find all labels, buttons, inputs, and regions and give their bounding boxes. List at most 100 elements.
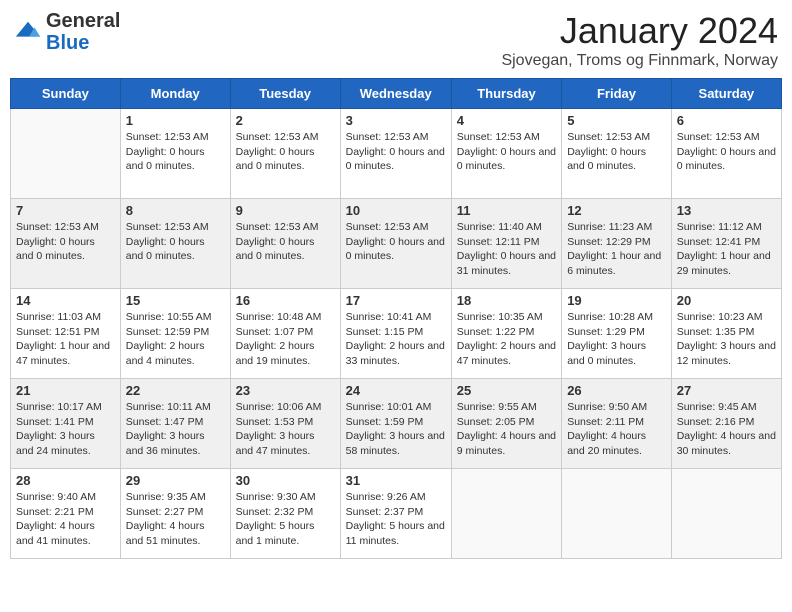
- day-number: 1: [126, 113, 225, 128]
- day-header-friday: Friday: [562, 79, 672, 109]
- calendar-cell: 18Sunrise: 10:35 AM Sunset: 1:22 PM Dayl…: [451, 289, 561, 379]
- calendar-week-row: 21 Sunrise: 10:17 AM Sunset: 1:41 PM Dayl…: [11, 379, 782, 469]
- calendar-week-row: 1 Sunset: 12:53 AM Daylight: 0 hours and …: [11, 109, 782, 199]
- day-info: Sunset: 12:53 AM Daylight: 0 hours and 0…: [236, 130, 335, 174]
- day-info: Sunrise: 11:40 AM Sunset: 12:11 PM Dayli…: [457, 220, 556, 279]
- day-number: 31: [346, 473, 446, 488]
- calendar-week-row: 14 Sunrise: 11:03 AM Sunset: 12:51 PM Day…: [11, 289, 782, 379]
- calendar-cell: [451, 469, 561, 559]
- day-number: 10: [346, 203, 446, 218]
- logo-icon: [14, 18, 42, 46]
- day-number: 3: [346, 113, 446, 128]
- day-number: 16: [236, 293, 335, 308]
- calendar-cell: 26 Sunrise: 9:50 AM Sunset: 2:11 PM Dayli…: [562, 379, 672, 469]
- day-info: Sunset: 12:53 AM Daylight: 0 hours and 0…: [16, 220, 115, 264]
- day-number: 21: [16, 383, 115, 398]
- day-info: Sunrise: 9:55 AM Sunset: 2:05 PM Dayligh…: [457, 400, 556, 459]
- calendar-cell: [562, 469, 672, 559]
- day-info: Sunrise: 11:23 AM Sunset: 12:29 PM Dayli…: [567, 220, 666, 279]
- day-number: 6: [677, 113, 776, 128]
- calendar-cell: 14 Sunrise: 11:03 AM Sunset: 12:51 PM Day…: [11, 289, 121, 379]
- day-number: 11: [457, 203, 556, 218]
- day-info: Sunrise: 9:40 AM Sunset: 2:21 PM Dayligh…: [16, 490, 115, 549]
- day-number: 29: [126, 473, 225, 488]
- calendar-header-row: SundayMondayTuesdayWednesdayThursdayFrid…: [11, 79, 782, 109]
- day-info: Sunset: 12:53 AM Daylight: 0 hours and 0…: [677, 130, 776, 174]
- day-number: 28: [16, 473, 115, 488]
- day-info: Sunset: 12:53 AM Daylight: 0 hours and 0…: [346, 220, 446, 264]
- calendar-cell: 30 Sunrise: 9:30 AM Sunset: 2:32 PM Dayli…: [230, 469, 340, 559]
- day-info: Sunrise: 9:50 AM Sunset: 2:11 PM Dayligh…: [567, 400, 666, 459]
- calendar-cell: 3Sunset: 12:53 AM Daylight: 0 hours and …: [340, 109, 451, 199]
- day-number: 20: [677, 293, 776, 308]
- day-number: 2: [236, 113, 335, 128]
- day-info: Sunset: 12:53 AM Daylight: 0 hours and 0…: [567, 130, 666, 174]
- day-header-wednesday: Wednesday: [340, 79, 451, 109]
- calendar-cell: 31 Sunrise: 9:26 AM Sunset: 2:37 PM Dayli…: [340, 469, 451, 559]
- calendar-cell: 22Sunrise: 10:11 AM Sunset: 1:47 PM Dayl…: [120, 379, 230, 469]
- calendar-cell: 28 Sunrise: 9:40 AM Sunset: 2:21 PM Dayli…: [11, 469, 121, 559]
- calendar-cell: [11, 109, 121, 199]
- location-title: Sjovegan, Troms og Finnmark, Norway: [501, 52, 778, 70]
- day-info: Sunrise: 10:01 AM Sunset: 1:59 PM Daylig…: [346, 400, 446, 459]
- day-number: 23: [236, 383, 335, 398]
- day-info: Sunset: 12:53 AM Daylight: 0 hours and 0…: [126, 220, 225, 264]
- day-info: Sunrise: 10:23 AM Sunset: 1:35 PM Daylig…: [677, 310, 776, 369]
- day-info: Sunrise: 9:45 AM Sunset: 2:16 PM Dayligh…: [677, 400, 776, 459]
- calendar-cell: 25 Sunrise: 9:55 AM Sunset: 2:05 PM Dayli…: [451, 379, 561, 469]
- calendar-cell: 13 Sunrise: 11:12 AM Sunset: 12:41 PM Day…: [671, 199, 781, 289]
- month-title: January 2024: [501, 10, 778, 52]
- calendar-week-row: 7 Sunset: 12:53 AM Daylight: 0 hours and …: [11, 199, 782, 289]
- logo-general-text: General: [46, 10, 120, 32]
- calendar-table: SundayMondayTuesdayWednesdayThursdayFrid…: [10, 78, 782, 559]
- calendar-cell: 19 Sunrise: 10:28 AM Sunset: 1:29 PM Dayl…: [562, 289, 672, 379]
- day-number: 17: [346, 293, 446, 308]
- day-info: Sunrise: 10:11 AM Sunset: 1:47 PM Daylig…: [126, 400, 225, 459]
- day-number: 30: [236, 473, 335, 488]
- logo: General Blue: [14, 10, 120, 54]
- calendar-cell: 23Sunrise: 10:06 AM Sunset: 1:53 PM Dayl…: [230, 379, 340, 469]
- day-number: 14: [16, 293, 115, 308]
- calendar-cell: 12Sunrise: 11:23 AM Sunset: 12:29 PM Day…: [562, 199, 672, 289]
- calendar-cell: 27 Sunrise: 9:45 AM Sunset: 2:16 PM Dayli…: [671, 379, 781, 469]
- day-number: 15: [126, 293, 225, 308]
- day-info: Sunrise: 11:12 AM Sunset: 12:41 PM Dayli…: [677, 220, 776, 279]
- calendar-cell: 20 Sunrise: 10:23 AM Sunset: 1:35 PM Dayl…: [671, 289, 781, 379]
- day-info: Sunrise: 11:03 AM Sunset: 12:51 PM Dayli…: [16, 310, 115, 369]
- title-block: January 2024 Sjovegan, Troms og Finnmark…: [501, 10, 778, 70]
- calendar-cell: 11 Sunrise: 11:40 AM Sunset: 12:11 PM Day…: [451, 199, 561, 289]
- day-info: Sunset: 12:53 AM Daylight: 0 hours and 0…: [126, 130, 225, 174]
- day-header-sunday: Sunday: [11, 79, 121, 109]
- day-info: Sunset: 12:53 AM Daylight: 0 hours and 0…: [236, 220, 335, 264]
- day-header-saturday: Saturday: [671, 79, 781, 109]
- day-number: 8: [126, 203, 225, 218]
- day-info: Sunrise: 10:55 AM Sunset: 12:59 PM Dayli…: [126, 310, 225, 369]
- day-number: 26: [567, 383, 666, 398]
- calendar-cell: 8 Sunset: 12:53 AM Daylight: 0 hours and …: [120, 199, 230, 289]
- calendar-cell: 1 Sunset: 12:53 AM Daylight: 0 hours and …: [120, 109, 230, 199]
- day-number: 7: [16, 203, 115, 218]
- day-info: Sunrise: 10:28 AM Sunset: 1:29 PM Daylig…: [567, 310, 666, 369]
- day-number: 9: [236, 203, 335, 218]
- day-info: Sunset: 12:53 AM Daylight: 0 hours and 0…: [457, 130, 556, 174]
- day-info: Sunrise: 9:26 AM Sunset: 2:37 PM Dayligh…: [346, 490, 446, 549]
- calendar-cell: 21 Sunrise: 10:17 AM Sunset: 1:41 PM Dayl…: [11, 379, 121, 469]
- logo-blue-text: Blue: [46, 32, 89, 54]
- day-info: Sunrise: 10:17 AM Sunset: 1:41 PM Daylig…: [16, 400, 115, 459]
- calendar-cell: 16 Sunrise: 10:48 AM Sunset: 1:07 PM Dayl…: [230, 289, 340, 379]
- day-header-thursday: Thursday: [451, 79, 561, 109]
- day-info: Sunrise: 10:41 AM Sunset: 1:15 PM Daylig…: [346, 310, 446, 369]
- day-number: 19: [567, 293, 666, 308]
- calendar-cell: 10 Sunset: 12:53 AM Daylight: 0 hours and…: [340, 199, 451, 289]
- day-info: Sunrise: 9:30 AM Sunset: 2:32 PM Dayligh…: [236, 490, 335, 549]
- calendar-cell: 29Sunrise: 9:35 AM Sunset: 2:27 PM Dayli…: [120, 469, 230, 559]
- day-number: 4: [457, 113, 556, 128]
- day-number: 24: [346, 383, 446, 398]
- day-number: 27: [677, 383, 776, 398]
- day-info: Sunrise: 10:35 AM Sunset: 1:22 PM Daylig…: [457, 310, 556, 369]
- day-number: 13: [677, 203, 776, 218]
- day-header-monday: Monday: [120, 79, 230, 109]
- day-number: 25: [457, 383, 556, 398]
- day-info: Sunrise: 10:48 AM Sunset: 1:07 PM Daylig…: [236, 310, 335, 369]
- calendar-cell: 4 Sunset: 12:53 AM Daylight: 0 hours and …: [451, 109, 561, 199]
